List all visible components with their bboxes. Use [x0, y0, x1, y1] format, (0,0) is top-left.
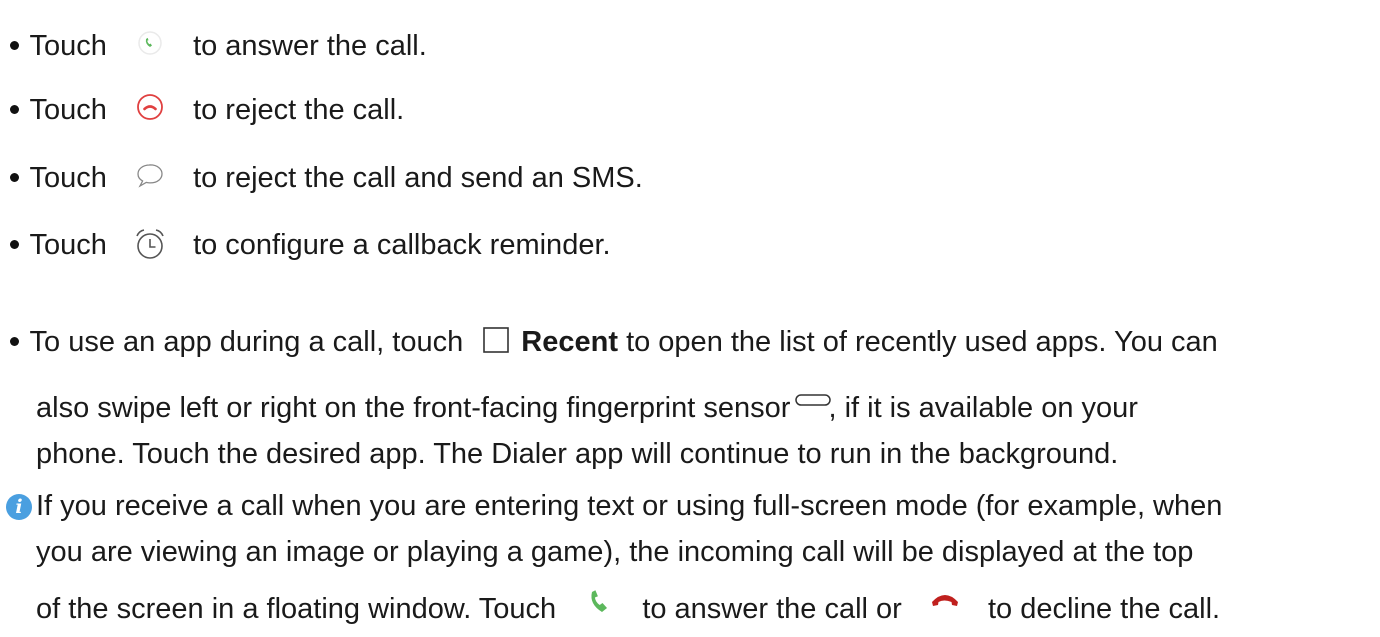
decline-call-icon [910, 592, 980, 628]
note-line1: If you receive a call when you are enter… [36, 490, 1223, 522]
bullet [10, 336, 19, 346]
list-item: To use an app during a call, touch Recen… [0, 324, 1218, 361]
note-line: If you receive a call when you are enter… [0, 488, 1222, 524]
bullet [10, 172, 19, 182]
message-icon [115, 161, 185, 197]
reject-icon [115, 93, 185, 129]
recent-label: Recent [521, 326, 618, 358]
item-text: to answer the call. [193, 30, 427, 62]
paragraph-line: also swipe left or right on the front-fa… [0, 390, 1138, 427]
bullet [10, 104, 19, 114]
list-item: Touch to answer the call. [0, 28, 427, 65]
item-lead: Touch [29, 229, 107, 261]
note-line: you are viewing an image or playing a ga… [0, 534, 1193, 570]
list-item: Touch to reject the call and send an SMS… [0, 160, 643, 197]
recent-line2a: also swipe left or right on the front-fa… [36, 392, 791, 424]
fingerprint-sensor-icon [792, 391, 834, 427]
answer-call-icon [564, 590, 634, 628]
note-line3c: to decline the call. [987, 593, 1221, 625]
item-text: to configure a callback reminder. [193, 229, 611, 261]
answer-icon [115, 29, 185, 65]
recent-line3: phone. Touch the desired app. The Dialer… [36, 438, 1119, 470]
recent-line2b: , if it is available on your [828, 392, 1138, 424]
paragraph-line: phone. Touch the desired app. The Dialer… [0, 436, 1118, 472]
recent-lead: To use an app during a call, touch [29, 326, 464, 358]
recent-rest: to open the list of recently used apps. … [626, 326, 1218, 358]
recent-square-icon [471, 325, 521, 361]
item-text: to reject the call. [193, 94, 405, 126]
item-lead: Touch [29, 162, 107, 194]
note-line3a: of the screen in a floating window. Touc… [36, 593, 557, 625]
bullet [10, 239, 19, 249]
bullet [10, 40, 19, 50]
item-lead: Touch [29, 94, 107, 126]
note-line3b: to answer the call or [642, 593, 902, 625]
note-line2: you are viewing an image or playing a ga… [36, 536, 1194, 568]
list-item: Touch to configure a callback reminder. [0, 227, 611, 264]
item-text: to reject the call and send an SMS. [193, 162, 643, 194]
note-line: of the screen in a floating window. Touc… [0, 590, 1221, 628]
list-item: Touch to reject the call. [0, 92, 404, 129]
item-lead: Touch [29, 30, 107, 62]
alarm-clock-icon [115, 228, 185, 264]
